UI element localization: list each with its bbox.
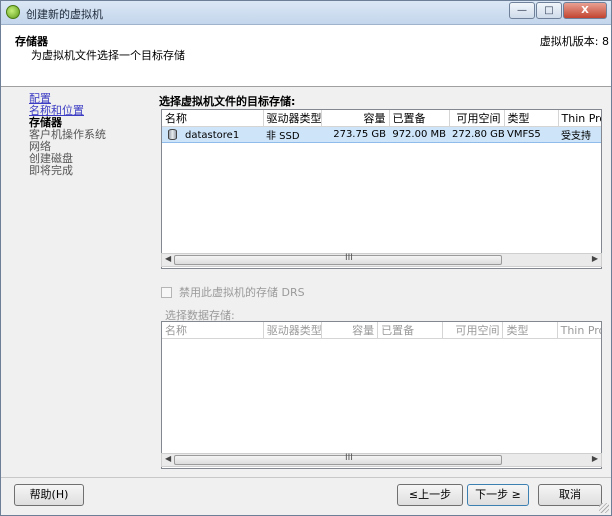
help-button[interactable]: 帮助(H) <box>14 484 84 506</box>
minimize-button[interactable]: — <box>509 2 535 19</box>
next-button[interactable]: 下一步 ≥ <box>467 484 529 506</box>
cell-thin-prov: 受支持 <box>558 126 601 143</box>
resize-grip-icon[interactable] <box>599 503 609 513</box>
scroll-grip: III <box>345 253 353 263</box>
scroll-right-arrow-icon[interactable]: ▶ <box>592 454 598 463</box>
table-row[interactable]: datastore1 非 SSD 273.75 GB 972.00 MB 272… <box>162 126 601 143</box>
scroll-left-arrow-icon[interactable]: ◀ <box>165 254 171 263</box>
col-header-name: 名称 <box>162 322 264 339</box>
page-subtitle: 为虚拟机文件选择一个目标存储 <box>31 49 185 62</box>
cell-capacity: 273.75 GB <box>321 126 389 143</box>
scroll-left-arrow-icon[interactable]: ◀ <box>165 454 171 463</box>
datastore-select-table: 名称 驱动器类型 容量 已置备 可用空间 类型 Thin Provi <box>161 321 602 469</box>
nav-step-ready: 即将完成 <box>29 164 73 177</box>
col-header-capacity: 容量 <box>321 322 379 339</box>
cell-type: VMFS5 <box>504 126 558 143</box>
datastore-section-label: 选择虚拟机文件的目标存储: <box>159 95 296 108</box>
cancel-button[interactable]: 取消 <box>538 484 602 506</box>
disable-drs-label: 禁用此虚拟机的存储 DRS <box>179 286 305 299</box>
wizard-steps-nav: 配置 名称和位置 存储器 客户机操作系统 网络 创建磁盘 即将完成 <box>29 93 149 177</box>
col-header-thin-prov[interactable]: Thin Prov <box>558 110 601 127</box>
scroll-grip: III <box>345 453 353 463</box>
scroll-thumb[interactable]: III <box>174 453 502 465</box>
title-bar[interactable]: 创建新的虚拟机 — □ X <box>1 1 611 25</box>
disable-drs-checkbox[interactable]: 禁用此虚拟机的存储 DRS <box>161 284 305 300</box>
cell-name: datastore1 <box>162 126 263 143</box>
col-header-name[interactable]: 名称 <box>162 110 264 127</box>
col-header-type[interactable]: 类型 <box>504 110 559 127</box>
close-button[interactable]: X <box>563 2 607 19</box>
col-header-thin-prov: Thin Provi <box>557 322 601 339</box>
col-header-drive-type: 驱动器类型 <box>263 322 322 339</box>
col-header-free: 可用空间 <box>442 322 504 339</box>
datastore-icon <box>168 128 177 140</box>
scroll-right-arrow-icon[interactable]: ▶ <box>592 254 598 263</box>
table-header-row: 名称 驱动器类型 容量 已置备 可用空间 类型 Thin Provi <box>162 322 601 339</box>
wizard-window: 创建新的虚拟机 — □ X 存储器 为虚拟机文件选择一个目标存储 虚拟机版本: … <box>0 0 612 516</box>
col-header-provisioned[interactable]: 已置备 <box>389 110 450 127</box>
col-header-free[interactable]: 可用空间 <box>449 110 505 127</box>
back-button[interactable]: ≤上一步 <box>397 484 463 506</box>
scroll-thumb[interactable]: III <box>174 253 502 265</box>
datastore-table-hscrollbar[interactable]: ◀ III ▶ <box>161 253 602 267</box>
checkbox-box[interactable] <box>161 286 172 298</box>
cell-drive-type: 非 SSD <box>263 126 321 143</box>
maximize-button[interactable]: □ <box>536 2 562 19</box>
col-header-capacity[interactable]: 容量 <box>321 110 390 127</box>
vm-version-label: 虚拟机版本: 8 <box>539 35 609 48</box>
datastore-select-hscrollbar[interactable]: ◀ III ▶ <box>161 453 602 467</box>
col-header-type: 类型 <box>502 322 558 339</box>
window-title: 创建新的虚拟机 <box>26 8 103 21</box>
table-header-row: 名称 驱动器类型 容量 已置备 可用空间 类型 Thin Prov <box>162 110 601 127</box>
cell-provisioned: 972.00 MB <box>389 126 449 143</box>
footer-divider <box>1 477 611 478</box>
col-header-provisioned: 已置备 <box>377 322 444 339</box>
cell-free: 272.80 GB <box>449 126 504 143</box>
col-header-drive-type[interactable]: 驱动器类型 <box>263 110 322 127</box>
datastore-name: datastore1 <box>185 129 240 141</box>
vm-wizard-icon <box>6 5 20 19</box>
datastore-table: 名称 驱动器类型 容量 已置备 可用空间 类型 Thin Prov datast… <box>161 109 602 269</box>
wizard-header: 存储器 为虚拟机文件选择一个目标存储 虚拟机版本: 8 <box>1 25 611 87</box>
